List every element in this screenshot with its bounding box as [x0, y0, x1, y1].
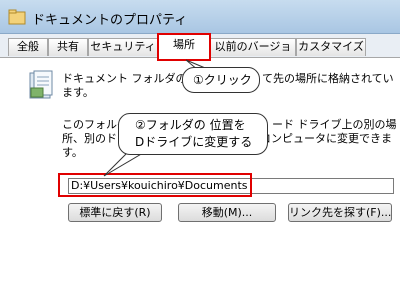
tab-location[interactable]: 場所 — [158, 33, 210, 58]
title-bar: ドキュメントのプロパティ — [0, 0, 400, 34]
window-title: ドキュメントのプロパティ — [32, 13, 188, 28]
move-description-line-2-tail: コンピュータに変更できま — [260, 132, 392, 145]
move-button[interactable]: 移動(M)... — [178, 203, 276, 222]
tab-security[interactable]: セキュリティ — [88, 38, 158, 56]
tab-sharing[interactable]: 共有 — [48, 38, 88, 56]
callout-step-2: ②フォルダの 位置を Dドライブに変更する — [118, 113, 268, 155]
tab-previous-versions[interactable]: 以前のバージョン — [210, 38, 296, 69]
restore-default-button[interactable]: 標準に戻す(R) — [68, 203, 162, 222]
documents-folder-icon — [29, 70, 53, 99]
tab-customize[interactable]: カスタマイズ — [296, 38, 366, 56]
callout-step-2-line-1: ②フォルダの 位置を — [135, 118, 246, 132]
move-description-line-3: す。 — [62, 146, 83, 159]
description-line-2: ます。 — [62, 86, 94, 99]
move-description-line-1-tail: ード ドライブ上の別の場 — [272, 118, 397, 131]
folder-icon — [8, 9, 26, 25]
callout-step-2-line-2: Dドライブに変更する — [135, 135, 253, 149]
tab-general[interactable]: 全般 — [8, 38, 48, 56]
find-target-button[interactable]: リンク先を探す(F)... — [288, 203, 392, 222]
description-line-1-tail: て先の場所に格納されてい — [262, 72, 394, 85]
callout-step-1: ①クリック — [182, 67, 260, 93]
callout-2-pointer — [103, 149, 150, 177]
callout-step-1-text: ①クリック — [193, 73, 252, 87]
